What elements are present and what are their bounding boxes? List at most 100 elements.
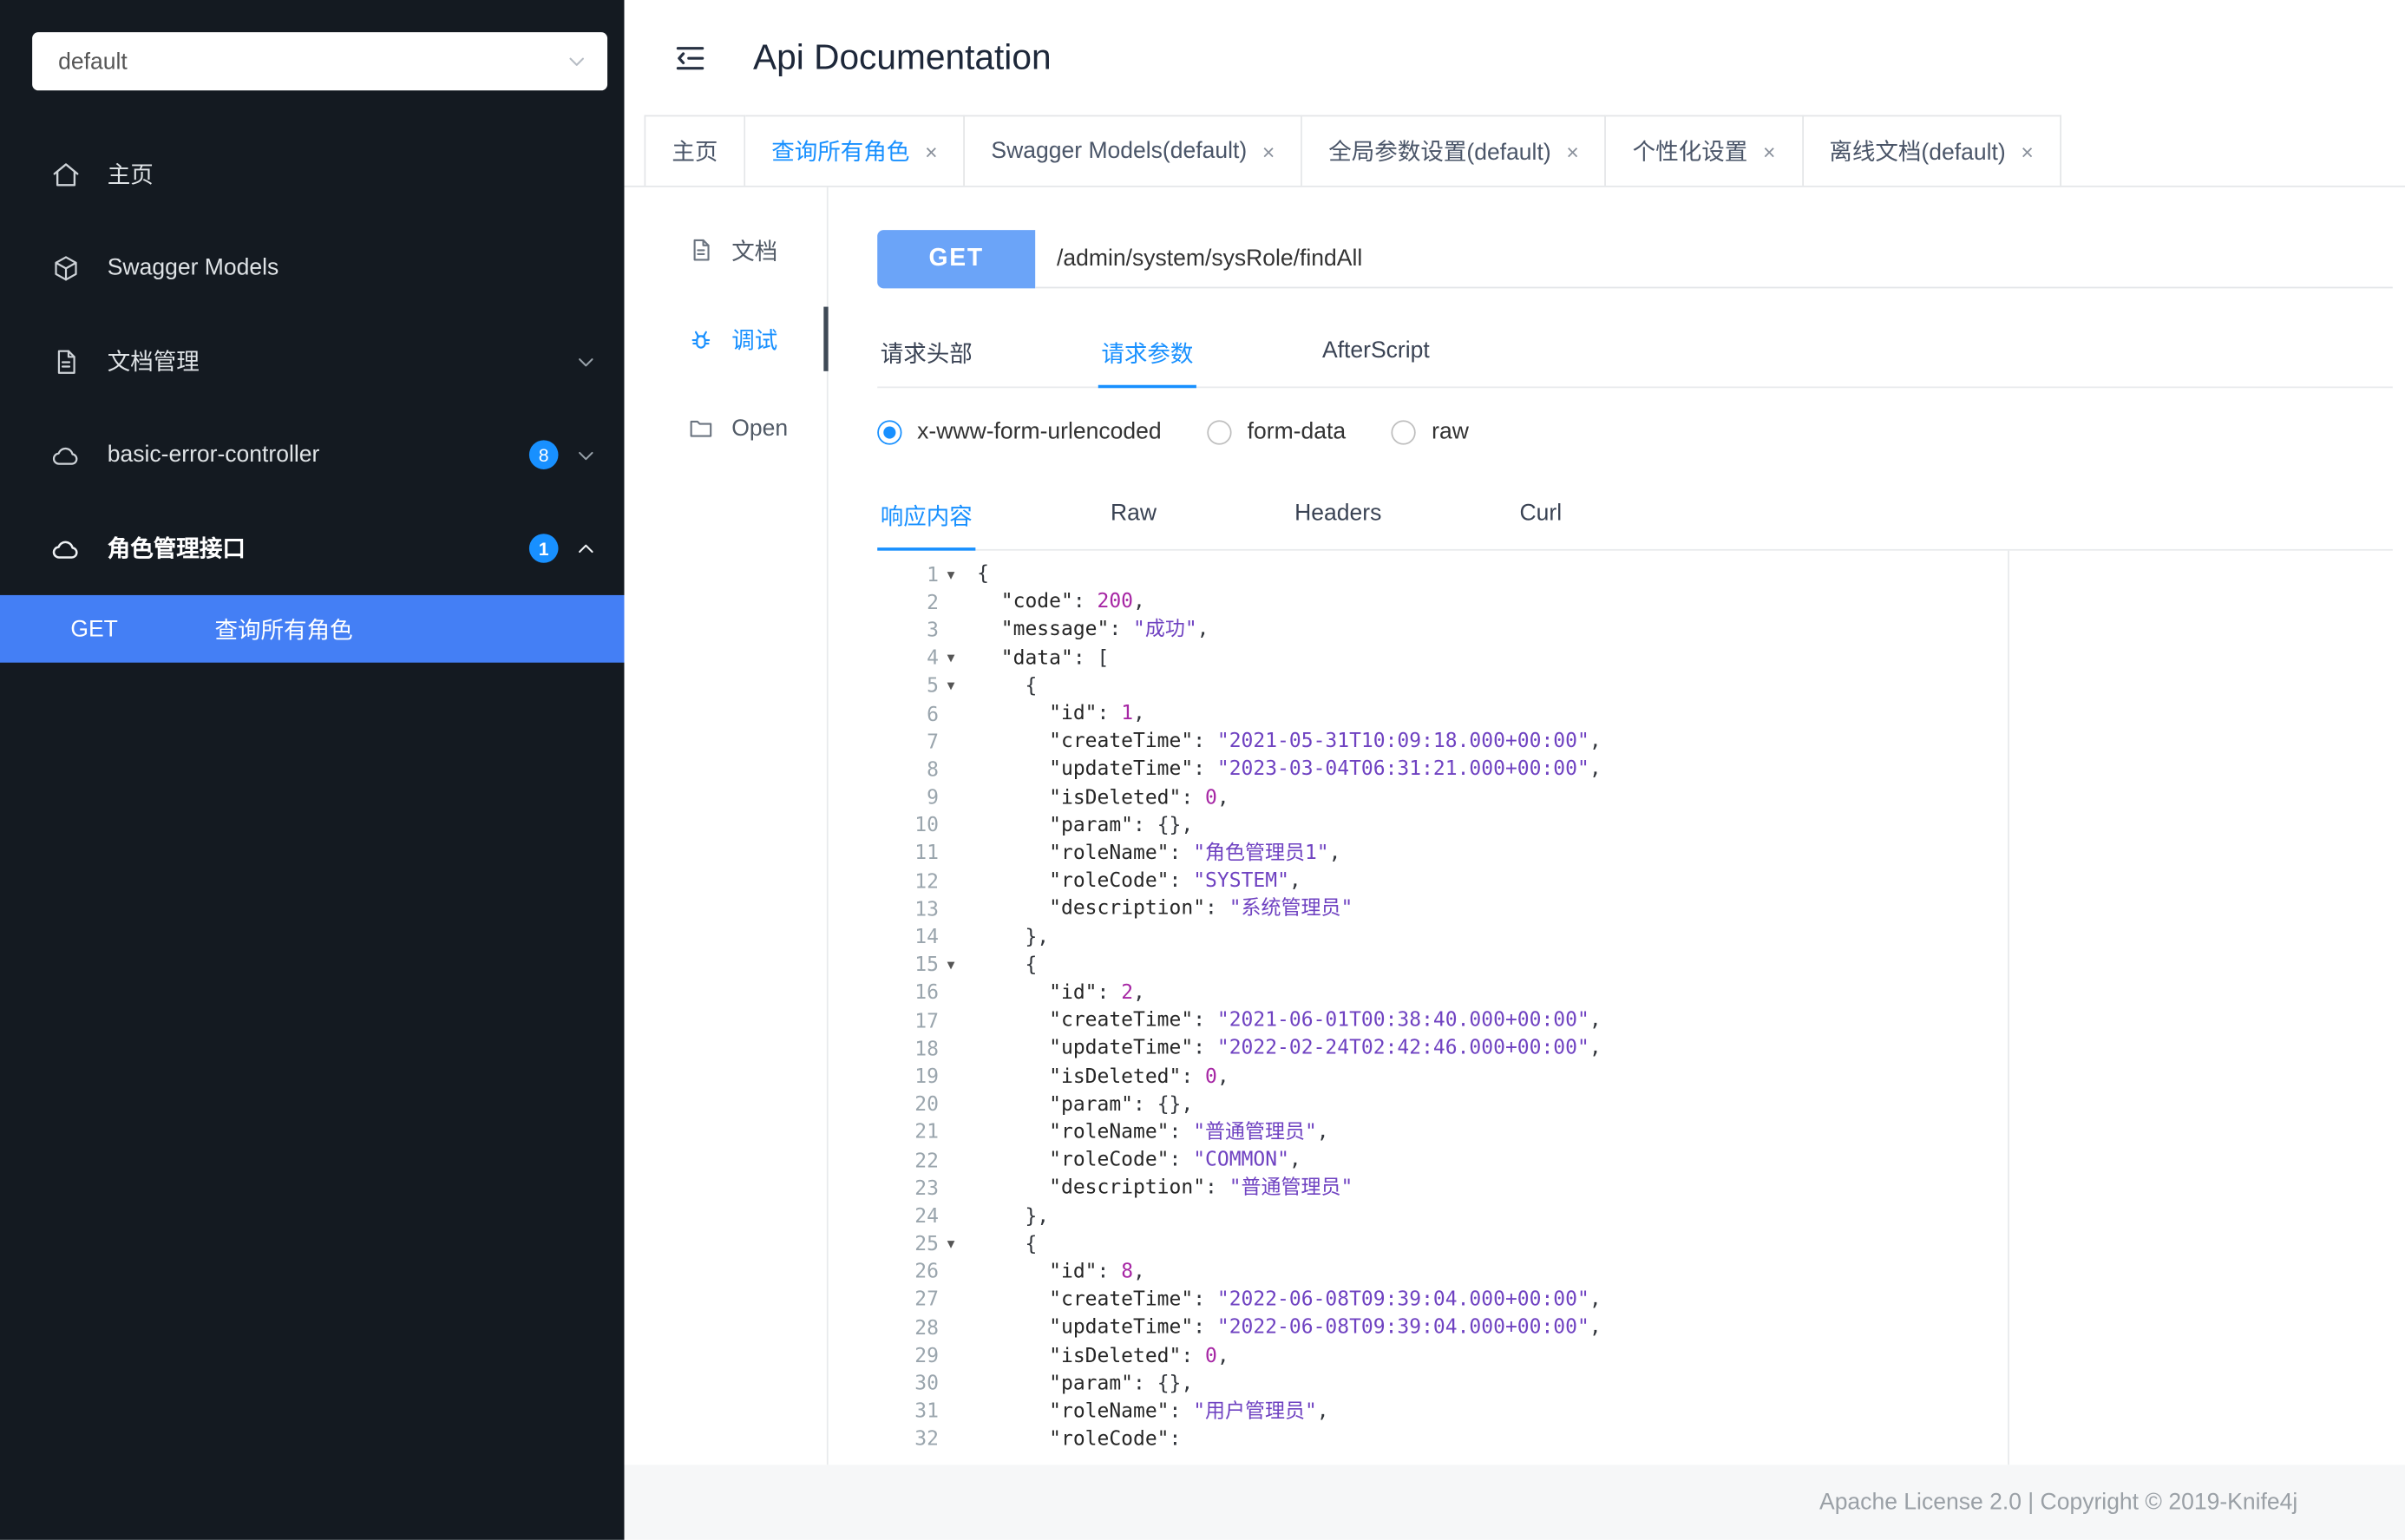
- tab-label: 查询所有角色: [771, 139, 910, 166]
- tab-raw[interactable]: Raw: [1107, 485, 1159, 549]
- tab-open[interactable]: Open: [625, 383, 827, 473]
- line-number: 5: [927, 675, 939, 698]
- line-number: 21: [914, 1121, 939, 1145]
- sidebar-item-role-controller[interactable]: 角色管理接口 1: [0, 501, 625, 595]
- api-cube-icon: [50, 252, 81, 283]
- line-number: 22: [914, 1150, 939, 1173]
- sidebar-item-label: Swagger Models: [107, 254, 279, 281]
- tab-label: Open: [731, 415, 789, 442]
- radio-unchecked-icon: [1207, 419, 1232, 444]
- radio-raw[interactable]: raw: [1392, 419, 1469, 445]
- tab-request-params[interactable]: 请求参数: [1098, 322, 1197, 389]
- count-badge: 8: [528, 440, 559, 469]
- line-number: 12: [914, 870, 939, 895]
- menu-fold-icon[interactable]: [672, 39, 708, 75]
- line-number: 11: [914, 842, 939, 866]
- code-line: "data": [: [1000, 646, 1110, 670]
- document-icon: [687, 236, 715, 264]
- group-select-value: default: [58, 48, 128, 75]
- fold-arrow-icon[interactable]: ▾: [939, 567, 963, 583]
- line-number: 1: [927, 563, 939, 587]
- sidebar-menu: 主页 Swagger Models 文档管理 basic-error-contr…: [0, 128, 625, 663]
- footer: Apache License 2.0 | Copyright © 2019-Kn…: [624, 1465, 2405, 1540]
- code-line: "roleCode":: [1049, 1428, 1194, 1452]
- sidebar-item-label: 文档管理: [107, 350, 200, 377]
- url-input[interactable]: [1035, 230, 2393, 289]
- line-number: 29: [914, 1345, 939, 1368]
- code-line: "createTime": "2021-05-31T10:09:18.000+0…: [1049, 730, 1602, 754]
- tab-global-params[interactable]: 全局参数设置(default) ×: [1302, 115, 1607, 186]
- sidebar-item-doc-manage[interactable]: 文档管理: [0, 314, 625, 408]
- fold-arrow-icon[interactable]: ▾: [939, 651, 963, 667]
- line-number: 16: [914, 982, 939, 1006]
- sidebar-subitem-query-all-roles[interactable]: GET 查询所有角色: [0, 594, 625, 663]
- line-number: 6: [927, 703, 939, 727]
- sidebar-item-label: basic-error-controller: [107, 442, 320, 469]
- tab-label: 个性化设置: [1632, 139, 1748, 166]
- main-area: Api Documentation 主页 查询所有角色 × Swagger Mo…: [624, 0, 2405, 1540]
- code-line: "id": 1,: [1049, 702, 1145, 726]
- code-line: "createTime": "2021-06-01T00:38:40.000+0…: [1049, 1009, 1602, 1033]
- response-tabs: 响应内容 Raw Headers Curl: [877, 485, 2393, 551]
- tab-request-headers[interactable]: 请求头部: [877, 322, 975, 386]
- response-editor[interactable]: 1 ▾ 2 3 4 ▾ 5 ▾ 6 7 8 9 10 11 12 13 14 15 ▾ 16 17 18 19 20 21 22 2…: [877, 550, 2009, 1465]
- tab-swagger-models[interactable]: Swagger Models(default) ×: [965, 115, 1303, 186]
- close-icon[interactable]: ×: [2021, 141, 2033, 162]
- code-line: "id": 8,: [1049, 1261, 1145, 1284]
- code-line: "roleCode": "SYSTEM",: [1049, 869, 1301, 894]
- line-number: 31: [914, 1400, 939, 1424]
- line-number: 23: [914, 1177, 939, 1201]
- code-line: "updateTime": "2022-02-24T02:42:46.000+0…: [1049, 1037, 1602, 1061]
- code-line: {: [977, 562, 989, 587]
- radio-form-data[interactable]: form-data: [1207, 418, 1347, 445]
- close-icon[interactable]: ×: [1763, 141, 1775, 162]
- tab-doc[interactable]: 文档: [625, 206, 827, 295]
- line-number: 9: [927, 787, 939, 810]
- fold-arrow-icon[interactable]: ▾: [939, 1236, 963, 1253]
- tab-label: 文档: [731, 238, 778, 265]
- content: 文档 调试 Open GET /admin/system/sysRole/fin…: [625, 187, 2405, 1465]
- fold-arrow-icon[interactable]: ▾: [939, 958, 963, 974]
- code-line: {: [977, 674, 1038, 698]
- line-number: 19: [914, 1065, 939, 1090]
- footer-text: Apache License 2.0 | Copyright © 2019-Kn…: [1819, 1489, 2298, 1516]
- close-icon[interactable]: ×: [1262, 141, 1275, 162]
- line-number: 30: [914, 1373, 939, 1396]
- radio-label: form-data: [1247, 418, 1347, 445]
- tab-home[interactable]: 主页: [644, 115, 746, 186]
- cloud-icon: [50, 533, 81, 563]
- tab-offline-docs[interactable]: 离线文档(default) ×: [1803, 115, 2061, 186]
- close-icon[interactable]: ×: [925, 141, 937, 162]
- tab-query-all-roles[interactable]: 查询所有角色 ×: [745, 115, 966, 186]
- code-line: "code": 200,: [1000, 590, 1145, 614]
- tab-label: 离线文档(default): [1829, 139, 2006, 166]
- code-line: "message": "成功",: [1000, 619, 1209, 642]
- code-line: "param": {},: [1049, 1093, 1194, 1117]
- sidebar-item-basic-error-controller[interactable]: basic-error-controller 8: [0, 408, 625, 501]
- tab-curl[interactable]: Curl: [1517, 485, 1565, 549]
- line-number: 26: [914, 1261, 939, 1285]
- line-number: 10: [914, 815, 939, 838]
- line-number: 7: [927, 731, 939, 755]
- line-number: 13: [914, 898, 939, 922]
- tab-response-content[interactable]: 响应内容: [877, 485, 976, 551]
- code-line: "roleCode": "COMMON",: [1049, 1149, 1301, 1173]
- sidebar-item-home[interactable]: 主页: [0, 128, 625, 221]
- radio-checked-icon: [877, 419, 902, 444]
- line-number: 28: [914, 1316, 939, 1340]
- tab-personal-settings[interactable]: 个性化设置 ×: [1606, 115, 1804, 186]
- close-icon[interactable]: ×: [1566, 141, 1578, 162]
- home-icon: [50, 159, 81, 189]
- radio-x-www-form-urlencoded[interactable]: x-www-form-urlencoded: [877, 419, 1162, 445]
- tab-headers[interactable]: Headers: [1292, 485, 1385, 549]
- group-select[interactable]: default: [32, 32, 608, 91]
- sidebar: default 主页 Swagger Models 文档管理 basic-err…: [0, 0, 625, 1540]
- header: Api Documentation: [625, 0, 2405, 115]
- folder-icon: [687, 414, 715, 442]
- tab-debug[interactable]: 调试: [625, 294, 829, 383]
- document-gear-icon: [50, 346, 81, 377]
- cloud-icon: [50, 439, 81, 469]
- sidebar-item-swagger-models[interactable]: Swagger Models: [0, 221, 625, 315]
- tab-afterscript[interactable]: AfterScript: [1319, 322, 1432, 386]
- fold-arrow-icon[interactable]: ▾: [939, 678, 963, 695]
